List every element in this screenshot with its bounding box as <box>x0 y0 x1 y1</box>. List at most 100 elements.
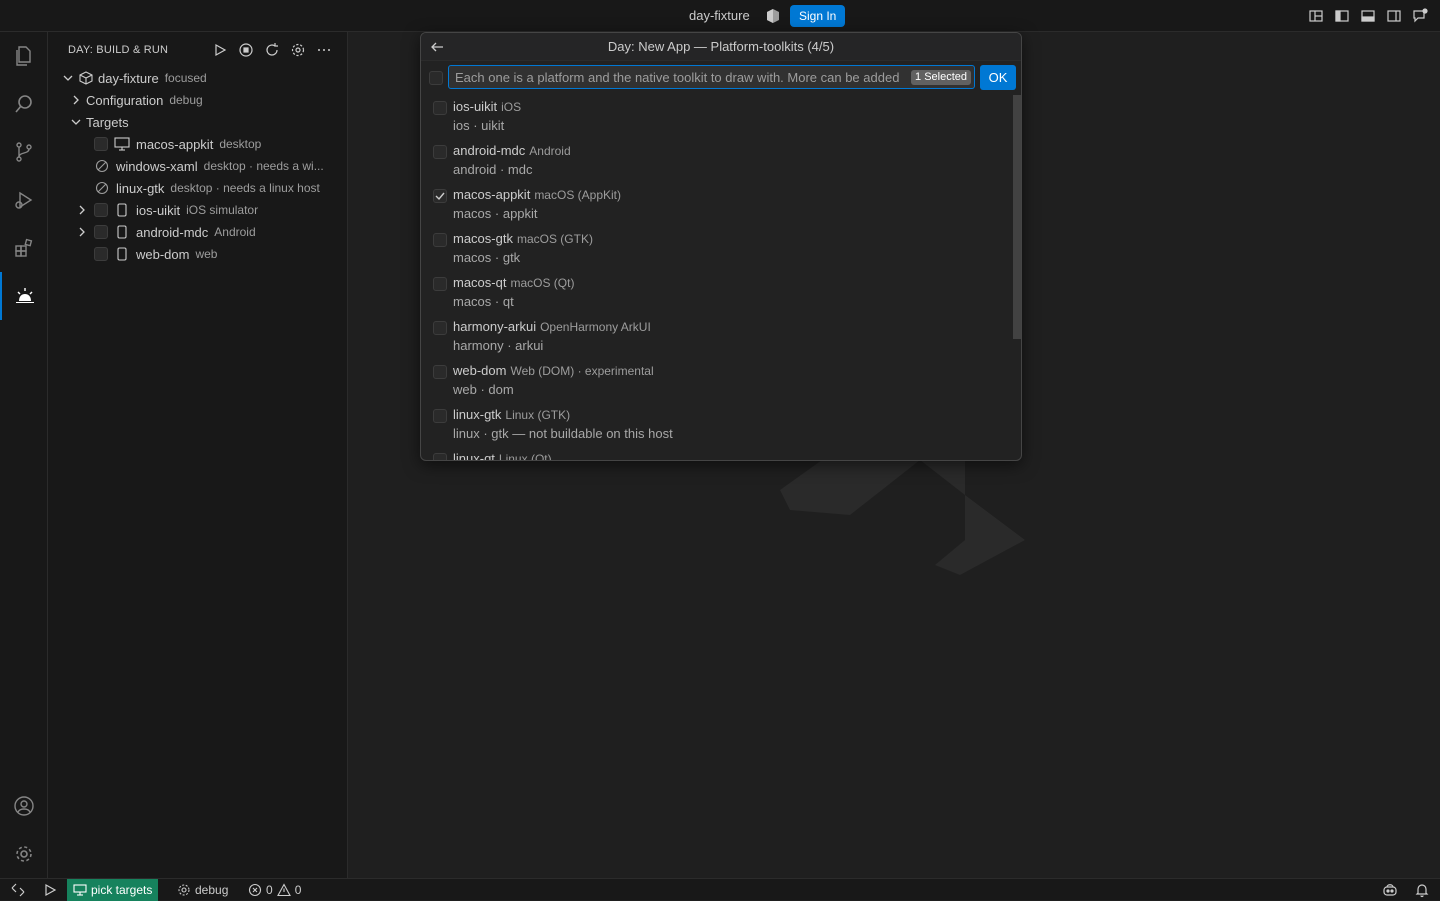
item-checkbox-checked[interactable] <box>433 189 447 203</box>
list-item[interactable]: macos-gtk macOS (GTK) macos · gtk <box>421 227 1011 271</box>
item-label: macos-appkit <box>453 187 531 202</box>
source-control-icon[interactable] <box>0 128 48 176</box>
window-title: day-fixture <box>689 8 750 23</box>
more-actions-icon[interactable] <box>316 42 332 58</box>
ok-button[interactable]: OK <box>980 65 1016 90</box>
list-item[interactable]: web-dom Web (DOM) · experimental web · do… <box>421 359 1011 403</box>
list-item[interactable]: macos-appkit macOS (AppKit) macos · appki… <box>421 183 1011 227</box>
tree-target-web-dom[interactable]: web-dom web <box>48 243 348 265</box>
tree-desc: focused <box>164 71 207 85</box>
toggle-panel-icon[interactable] <box>1360 8 1376 24</box>
item-detail: macos · gtk <box>453 250 521 265</box>
list-item[interactable]: linux-qt Linux (Qt) <box>421 447 1011 461</box>
item-desc: macOS (Qt) <box>510 276 575 290</box>
warning-icon <box>276 883 291 897</box>
item-label: macos-gtk <box>453 231 513 246</box>
list-item[interactable]: linux-gtk Linux (GTK) linux · gtk — not b… <box>421 403 1011 447</box>
pick-targets-label: pick targets <box>91 883 153 897</box>
quick-pick-title-bar: Day: New App — Platform-toolkits (4/5) <box>421 33 1021 61</box>
quick-pick-input[interactable]: Each one is a platform and the native to… <box>448 65 975 89</box>
tree-target-ios-uikit[interactable]: ios-uikit iOS simulator <box>48 199 348 221</box>
accounts-icon[interactable] <box>0 782 48 830</box>
item-checkbox[interactable] <box>433 233 447 247</box>
select-all-checkbox[interactable] <box>429 71 443 85</box>
target-checkbox[interactable] <box>94 225 108 239</box>
item-label: ios-uikit <box>453 99 498 114</box>
chevron-right-icon[interactable] <box>74 202 90 218</box>
tree-target-android-mdc[interactable]: android-mdc Android <box>48 221 348 243</box>
sign-in-button[interactable]: Sign In <box>790 5 846 27</box>
item-detail: macos · qt <box>453 294 514 309</box>
item-label: web-dom <box>453 363 507 378</box>
item-desc: Web (DOM) · experimental <box>510 364 654 378</box>
remote-icon[interactable] <box>10 879 26 901</box>
tree-desc: desktop · needs a linux host <box>170 181 320 195</box>
item-checkbox[interactable] <box>433 365 447 379</box>
checkmark-icon <box>435 192 445 201</box>
tree-desc: iOS simulator <box>186 203 259 217</box>
stop-icon[interactable] <box>238 42 254 58</box>
chevron-down-icon[interactable] <box>60 70 76 86</box>
run-icon[interactable] <box>42 879 58 901</box>
package-icon <box>78 70 94 86</box>
tree-target-linux-gtk[interactable]: linux-gtk desktop · needs a linux host <box>48 177 348 199</box>
item-checkbox[interactable] <box>433 321 447 335</box>
input-placeholder: Each one is a platform and the native to… <box>455 70 900 85</box>
list-item[interactable]: android-mdc Android android · mdc <box>421 139 1011 183</box>
item-checkbox[interactable] <box>433 453 447 460</box>
sidebar: DAY: BUILD & RUN day-fixture focused Con… <box>48 32 348 878</box>
tree-label: web-dom <box>136 246 190 262</box>
copilot-icon[interactable] <box>765 8 781 24</box>
problems-button[interactable]: 0 0 <box>248 879 301 901</box>
copilot-status-icon[interactable] <box>1382 879 1398 901</box>
list-scrollbar[interactable] <box>1011 95 1021 460</box>
tree-configuration[interactable]: Configuration debug <box>48 89 348 111</box>
list-item[interactable]: ios-uikit iOS ios · uikit <box>421 95 1011 139</box>
target-checkbox[interactable] <box>94 137 108 151</box>
customize-layout-icon[interactable] <box>1308 8 1324 24</box>
item-label: linux-qt <box>453 451 495 461</box>
settings-gear-icon[interactable] <box>290 42 306 58</box>
debug-config-button[interactable]: debug <box>177 879 228 901</box>
tree-label: android-mdc <box>136 224 209 240</box>
chat-icon[interactable] <box>1412 8 1428 24</box>
quick-pick-title: Day: New App — Platform-toolkits (4/5) <box>607 39 835 54</box>
toggle-primary-sidebar-icon[interactable] <box>1334 8 1350 24</box>
tree-desc: web <box>195 247 218 261</box>
item-checkbox[interactable] <box>433 145 447 159</box>
run-icon[interactable] <box>212 42 228 58</box>
explorer-icon[interactable] <box>0 32 48 80</box>
item-detail: web · dom <box>453 382 514 397</box>
list-item[interactable]: macos-qt macOS (Qt) macos · qt <box>421 271 1011 315</box>
manage-gear-icon[interactable] <box>0 830 48 878</box>
item-desc: OpenHarmony ArkUI <box>540 320 651 334</box>
refresh-icon[interactable] <box>264 42 280 58</box>
day-extension-icon[interactable] <box>0 272 48 320</box>
target-checkbox[interactable] <box>94 247 108 261</box>
pick-targets-button[interactable]: pick targets <box>67 879 159 901</box>
target-checkbox[interactable] <box>94 203 108 217</box>
run-debug-icon[interactable] <box>0 176 48 224</box>
title-bar: day-fixture Sign In <box>0 0 1440 32</box>
item-desc: macOS (GTK) <box>516 232 593 246</box>
item-checkbox[interactable] <box>433 409 447 423</box>
chevron-right-icon[interactable] <box>68 92 84 108</box>
tree-desc: desktop · needs a wi... <box>203 159 324 173</box>
item-checkbox[interactable] <box>433 101 447 115</box>
toggle-secondary-sidebar-icon[interactable] <box>1386 8 1402 24</box>
item-checkbox[interactable] <box>433 277 447 291</box>
item-detail: ios · uikit <box>453 118 505 133</box>
tree-target-macos-appkit[interactable]: macos-appkit desktop <box>48 133 348 155</box>
tree-label: windows-xaml <box>116 158 198 174</box>
item-label: android-mdc <box>453 143 526 158</box>
tree-targets[interactable]: Targets <box>48 111 348 133</box>
scrollbar-thumb[interactable] <box>1013 95 1021 339</box>
search-icon[interactable] <box>0 80 48 128</box>
tree-target-windows-xaml[interactable]: windows-xaml desktop · needs a wi... <box>48 155 348 177</box>
notifications-bell-icon[interactable] <box>1414 879 1430 901</box>
list-item[interactable]: harmony-arkui OpenHarmony ArkUI harmony ·… <box>421 315 1011 359</box>
extensions-icon[interactable] <box>0 224 48 272</box>
chevron-right-icon[interactable] <box>74 224 90 240</box>
chevron-down-icon[interactable] <box>68 114 84 130</box>
tree-root-day-fixture[interactable]: day-fixture focused <box>48 67 348 89</box>
